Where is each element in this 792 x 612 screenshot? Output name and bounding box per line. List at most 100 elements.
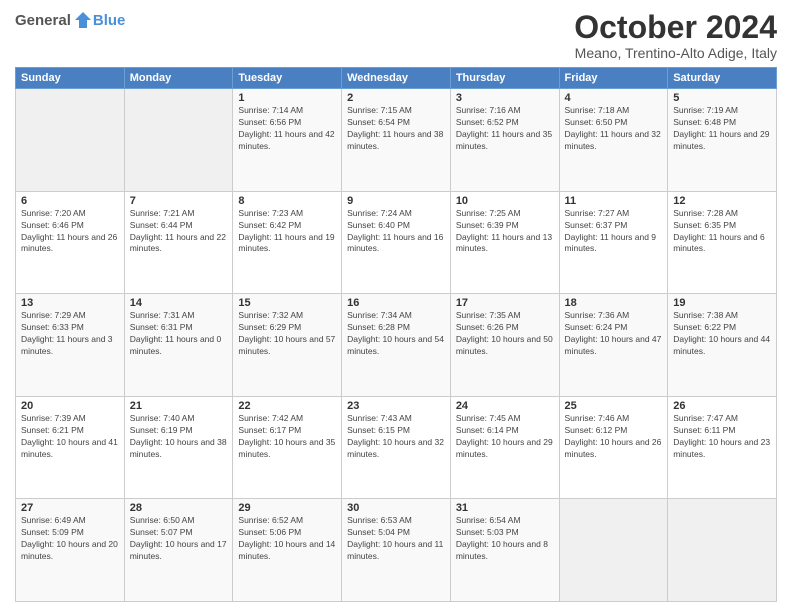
header-thursday: Thursday [450, 68, 559, 89]
table-row: 1Sunrise: 7:14 AMSunset: 6:56 PMDaylight… [233, 89, 342, 192]
day-number: 6 [21, 195, 119, 207]
table-row: 5Sunrise: 7:19 AMSunset: 6:48 PMDaylight… [668, 89, 777, 192]
day-number: 29 [238, 502, 336, 514]
header-monday: Monday [124, 68, 233, 89]
calendar-page: General Blue October 2024 Meano, Trentin… [0, 0, 792, 612]
table-row: 8Sunrise: 7:23 AMSunset: 6:42 PMDaylight… [233, 191, 342, 294]
table-row: 29Sunrise: 6:52 AMSunset: 5:06 PMDayligh… [233, 499, 342, 602]
day-number: 15 [238, 297, 336, 309]
calendar-week-1: 6Sunrise: 7:20 AMSunset: 6:46 PMDaylight… [16, 191, 777, 294]
day-number: 31 [456, 502, 554, 514]
day-detail: Sunrise: 6:52 AMSunset: 5:06 PMDaylight:… [238, 515, 335, 561]
header-tuesday: Tuesday [233, 68, 342, 89]
day-detail: Sunrise: 7:21 AMSunset: 6:44 PMDaylight:… [130, 208, 226, 254]
day-number: 27 [21, 502, 119, 514]
day-number: 26 [673, 400, 771, 412]
table-row: 20Sunrise: 7:39 AMSunset: 6:21 PMDayligh… [16, 396, 125, 499]
logo-general: General [15, 12, 71, 29]
logo: General Blue [15, 10, 125, 30]
day-detail: Sunrise: 7:43 AMSunset: 6:15 PMDaylight:… [347, 413, 444, 459]
day-detail: Sunrise: 6:54 AMSunset: 5:03 PMDaylight:… [456, 515, 548, 561]
weekday-header-row: Sunday Monday Tuesday Wednesday Thursday… [16, 68, 777, 89]
day-number: 19 [673, 297, 771, 309]
day-number: 23 [347, 400, 445, 412]
day-detail: Sunrise: 7:18 AMSunset: 6:50 PMDaylight:… [565, 105, 661, 151]
calendar-table: Sunday Monday Tuesday Wednesday Thursday… [15, 67, 777, 602]
day-detail: Sunrise: 7:24 AMSunset: 6:40 PMDaylight:… [347, 208, 443, 254]
day-detail: Sunrise: 7:45 AMSunset: 6:14 PMDaylight:… [456, 413, 553, 459]
table-row: 17Sunrise: 7:35 AMSunset: 6:26 PMDayligh… [450, 294, 559, 397]
day-detail: Sunrise: 7:47 AMSunset: 6:11 PMDaylight:… [673, 413, 770, 459]
day-detail: Sunrise: 7:29 AMSunset: 6:33 PMDaylight:… [21, 310, 113, 356]
month-title: October 2024 [574, 10, 777, 45]
day-detail: Sunrise: 7:23 AMSunset: 6:42 PMDaylight:… [238, 208, 334, 254]
day-number: 24 [456, 400, 554, 412]
day-detail: Sunrise: 6:49 AMSunset: 5:09 PMDaylight:… [21, 515, 118, 561]
day-number: 4 [565, 92, 663, 104]
location-title: Meano, Trentino-Alto Adige, Italy [574, 45, 777, 61]
day-detail: Sunrise: 7:25 AMSunset: 6:39 PMDaylight:… [456, 208, 552, 254]
day-number: 13 [21, 297, 119, 309]
table-row: 25Sunrise: 7:46 AMSunset: 6:12 PMDayligh… [559, 396, 668, 499]
day-detail: Sunrise: 6:50 AMSunset: 5:07 PMDaylight:… [130, 515, 227, 561]
table-row: 4Sunrise: 7:18 AMSunset: 6:50 PMDaylight… [559, 89, 668, 192]
logo-icon [73, 10, 93, 30]
day-detail: Sunrise: 7:42 AMSunset: 6:17 PMDaylight:… [238, 413, 335, 459]
calendar-week-0: 1Sunrise: 7:14 AMSunset: 6:56 PMDaylight… [16, 89, 777, 192]
table-row: 16Sunrise: 7:34 AMSunset: 6:28 PMDayligh… [342, 294, 451, 397]
day-detail: Sunrise: 7:32 AMSunset: 6:29 PMDaylight:… [238, 310, 335, 356]
table-row: 21Sunrise: 7:40 AMSunset: 6:19 PMDayligh… [124, 396, 233, 499]
day-number: 10 [456, 195, 554, 207]
table-row: 19Sunrise: 7:38 AMSunset: 6:22 PMDayligh… [668, 294, 777, 397]
day-detail: Sunrise: 7:34 AMSunset: 6:28 PMDaylight:… [347, 310, 444, 356]
day-number: 9 [347, 195, 445, 207]
day-number: 11 [565, 195, 663, 207]
table-row [16, 89, 125, 192]
table-row: 18Sunrise: 7:36 AMSunset: 6:24 PMDayligh… [559, 294, 668, 397]
day-detail: Sunrise: 7:19 AMSunset: 6:48 PMDaylight:… [673, 105, 769, 151]
day-number: 5 [673, 92, 771, 104]
table-row: 10Sunrise: 7:25 AMSunset: 6:39 PMDayligh… [450, 191, 559, 294]
table-row [124, 89, 233, 192]
table-row: 9Sunrise: 7:24 AMSunset: 6:40 PMDaylight… [342, 191, 451, 294]
day-number: 1 [238, 92, 336, 104]
header-saturday: Saturday [668, 68, 777, 89]
day-detail: Sunrise: 7:14 AMSunset: 6:56 PMDaylight:… [238, 105, 334, 151]
table-row: 26Sunrise: 7:47 AMSunset: 6:11 PMDayligh… [668, 396, 777, 499]
day-number: 25 [565, 400, 663, 412]
table-row: 22Sunrise: 7:42 AMSunset: 6:17 PMDayligh… [233, 396, 342, 499]
title-block: October 2024 Meano, Trentino-Alto Adige,… [574, 10, 777, 61]
table-row: 13Sunrise: 7:29 AMSunset: 6:33 PMDayligh… [16, 294, 125, 397]
day-number: 3 [456, 92, 554, 104]
day-number: 8 [238, 195, 336, 207]
day-number: 30 [347, 502, 445, 514]
day-detail: Sunrise: 7:15 AMSunset: 6:54 PMDaylight:… [347, 105, 443, 151]
header-sunday: Sunday [16, 68, 125, 89]
day-number: 22 [238, 400, 336, 412]
day-number: 12 [673, 195, 771, 207]
table-row [668, 499, 777, 602]
logo-blue: Blue [93, 12, 126, 29]
table-row: 28Sunrise: 6:50 AMSunset: 5:07 PMDayligh… [124, 499, 233, 602]
day-number: 14 [130, 297, 228, 309]
day-number: 28 [130, 502, 228, 514]
day-detail: Sunrise: 7:28 AMSunset: 6:35 PMDaylight:… [673, 208, 765, 254]
header-friday: Friday [559, 68, 668, 89]
table-row: 31Sunrise: 6:54 AMSunset: 5:03 PMDayligh… [450, 499, 559, 602]
table-row: 7Sunrise: 7:21 AMSunset: 6:44 PMDaylight… [124, 191, 233, 294]
day-detail: Sunrise: 7:40 AMSunset: 6:19 PMDaylight:… [130, 413, 227, 459]
table-row: 6Sunrise: 7:20 AMSunset: 6:46 PMDaylight… [16, 191, 125, 294]
day-detail: Sunrise: 7:38 AMSunset: 6:22 PMDaylight:… [673, 310, 770, 356]
calendar-week-4: 27Sunrise: 6:49 AMSunset: 5:09 PMDayligh… [16, 499, 777, 602]
table-row: 2Sunrise: 7:15 AMSunset: 6:54 PMDaylight… [342, 89, 451, 192]
day-detail: Sunrise: 7:46 AMSunset: 6:12 PMDaylight:… [565, 413, 662, 459]
table-row: 15Sunrise: 7:32 AMSunset: 6:29 PMDayligh… [233, 294, 342, 397]
table-row: 11Sunrise: 7:27 AMSunset: 6:37 PMDayligh… [559, 191, 668, 294]
day-number: 17 [456, 297, 554, 309]
day-detail: Sunrise: 7:39 AMSunset: 6:21 PMDaylight:… [21, 413, 118, 459]
day-number: 2 [347, 92, 445, 104]
calendar-week-2: 13Sunrise: 7:29 AMSunset: 6:33 PMDayligh… [16, 294, 777, 397]
day-detail: Sunrise: 7:36 AMSunset: 6:24 PMDaylight:… [565, 310, 662, 356]
day-detail: Sunrise: 6:53 AMSunset: 5:04 PMDaylight:… [347, 515, 443, 561]
table-row: 3Sunrise: 7:16 AMSunset: 6:52 PMDaylight… [450, 89, 559, 192]
